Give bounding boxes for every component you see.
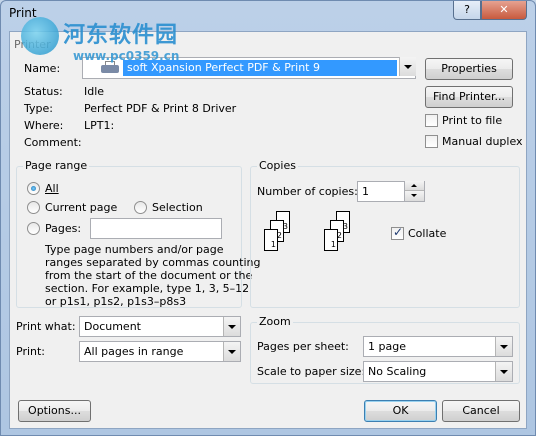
manual-duplex-label[interactable]: Manual duplex (442, 135, 523, 148)
scale-to-paper-select[interactable]: No Scaling (363, 361, 513, 382)
comment-label: Comment: (24, 136, 82, 149)
spin-down-icon[interactable] (405, 191, 424, 201)
page-icon-1: 1 (264, 229, 278, 251)
pages-radio[interactable] (27, 222, 40, 235)
number-of-copies-value: 1 (362, 185, 369, 198)
title-bar: Print ? ✕ (1, 1, 535, 29)
pages-help-line-2: ranges separated by commas counting (45, 256, 261, 269)
scale-to-paper-label: Scale to paper size: (257, 365, 366, 378)
pages-help-line-4: section. For example, type 1, 3, 5–12 (45, 282, 250, 295)
window-title: Print (9, 6, 37, 20)
print-label: Print: (16, 345, 46, 358)
chevron-down-icon[interactable] (495, 362, 512, 381)
all-label[interactable]: All (45, 182, 59, 195)
spin-up-icon[interactable] (405, 181, 424, 191)
pages-help-line-5: or p1s1, p1s2, p1s3–p8s3 (45, 295, 187, 308)
zoom-group: Zoom Pages per sheet: 1 page Scale to pa… (250, 315, 520, 384)
close-button[interactable]: ✕ (481, 1, 527, 20)
page-range-group: Page range All Current page Selection Pa… (16, 159, 260, 308)
print-dialog: Print ? ✕ Printer Name: soft Xpansion Pe… (0, 0, 536, 436)
print-to-file-label[interactable]: Print to file (442, 114, 502, 127)
pages-per-sheet-value: 1 page (368, 340, 406, 353)
current-page-radio[interactable] (27, 201, 40, 214)
print-value: All pages in range (84, 345, 184, 358)
pages-input[interactable] (90, 218, 222, 239)
print-to-file-checkbox[interactable] (425, 114, 438, 127)
printer-icon (101, 61, 119, 75)
print-what-select[interactable]: Document (79, 316, 241, 337)
page-icon-1: 1 (324, 229, 338, 251)
number-of-copies-input[interactable]: 1 (357, 181, 425, 202)
print-select[interactable]: All pages in range (79, 341, 241, 362)
pages-help-line-3: from the start of the document or the (45, 269, 253, 282)
where-value: LPT1: (84, 119, 115, 132)
properties-button[interactable]: Properties (425, 58, 513, 80)
ok-button[interactable]: OK (364, 400, 437, 422)
pages-label[interactable]: Pages: (45, 222, 81, 235)
help-button[interactable]: ? (453, 1, 481, 20)
copies-group: Copies Number of copies: 1 3 2 1 3 2 1 C… (250, 159, 520, 308)
chevron-down-icon[interactable] (223, 342, 240, 361)
pages-per-sheet-label: Pages per sheet: (257, 340, 349, 353)
dialog-body: Printer Name: soft Xpansion Perfect PDF … (9, 31, 527, 429)
where-label: Where: (24, 119, 64, 132)
options-button[interactable]: Options... (18, 400, 91, 422)
collate-checkbox[interactable] (391, 225, 404, 240)
status-label: Status: (24, 85, 63, 98)
pages-per-sheet-select[interactable]: 1 page (363, 336, 513, 357)
print-what-label: Print what: (16, 320, 76, 333)
selection-label[interactable]: Selection (152, 201, 203, 214)
collate-label[interactable]: Collate (408, 227, 446, 240)
find-printer-button[interactable]: Find Printer... (425, 86, 513, 108)
selection-radio[interactable] (134, 201, 147, 214)
pages-help-line-1: Type page numbers and/or page (45, 243, 224, 256)
page-range-title: Page range (23, 159, 90, 172)
current-page-label[interactable]: Current page (45, 201, 117, 214)
type-label: Type: (24, 102, 53, 115)
printer-name-value: soft Xpansion Perfect PDF & Print 9 (123, 60, 397, 76)
printer-section-label: Printer (14, 38, 51, 51)
chevron-down-icon[interactable] (399, 57, 416, 76)
chevron-down-icon[interactable] (495, 337, 512, 356)
print-what-value: Document (84, 320, 141, 333)
printer-name-select[interactable]: soft Xpansion Perfect PDF & Print 9 (82, 57, 416, 79)
zoom-title: Zoom (257, 315, 293, 328)
cancel-button[interactable]: Cancel (442, 400, 520, 422)
copies-title: Copies (257, 159, 298, 172)
scale-to-paper-value: No Scaling (368, 365, 427, 378)
type-value: Perfect PDF & Print 8 Driver (84, 102, 237, 115)
all-radio[interactable] (27, 182, 40, 195)
printer-name-label: Name: (24, 62, 61, 75)
status-value: Idle (84, 85, 105, 98)
chevron-down-icon[interactable] (223, 317, 240, 336)
manual-duplex-checkbox[interactable] (425, 135, 438, 148)
number-of-copies-label: Number of copies: (257, 185, 358, 198)
copies-spinner[interactable] (404, 181, 424, 202)
